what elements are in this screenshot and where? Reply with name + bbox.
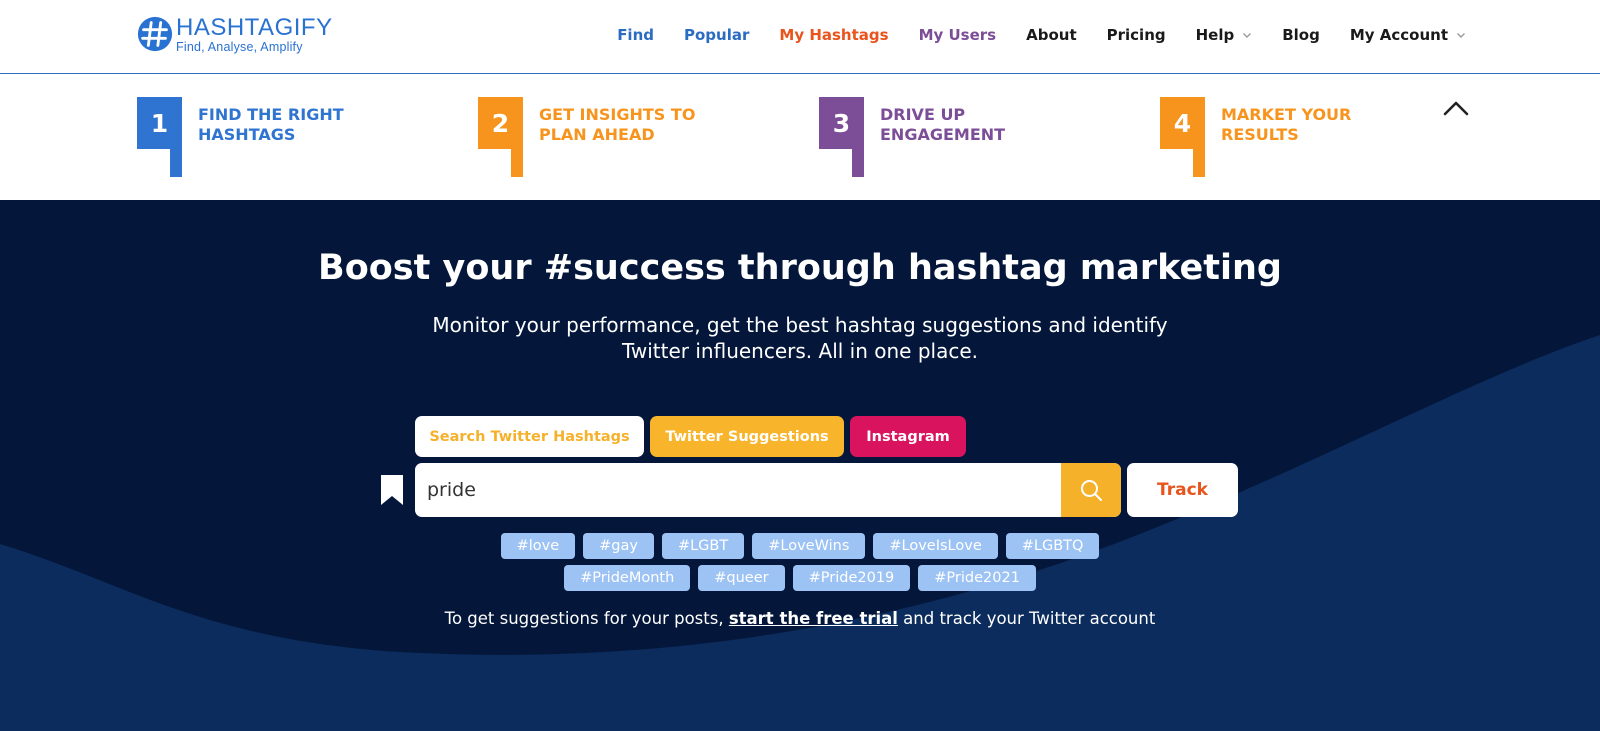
main-nav: Find Popular My Hashtags My Users About …: [587, 26, 1466, 44]
nav-popular[interactable]: Popular: [684, 26, 749, 44]
step-number-badge: 2: [478, 97, 523, 177]
nav-pricing[interactable]: Pricing: [1107, 26, 1166, 44]
nav-label: Help: [1195, 26, 1235, 44]
logo-text: HASHTAGIFY Find, Analyse, Amplify: [176, 15, 333, 54]
hashtag-chip[interactable]: #LGBT: [661, 533, 745, 559]
bookmark-icon[interactable]: [380, 475, 404, 505]
hashtag-chip[interactable]: #Pride2021: [918, 565, 1036, 591]
prompt-text-after: and track your Twitter account: [897, 609, 1156, 628]
step-label: MARKET YOUR RESULTS: [1221, 105, 1352, 144]
nav-label: My Account: [1349, 26, 1448, 44]
chevron-down-icon: [1243, 33, 1252, 38]
nav-my-hashtags[interactable]: My Hashtags: [779, 26, 888, 44]
suggested-hashtags-row-2: #PrideMonth #queer #Pride2019 #Pride2021: [0, 565, 1600, 591]
step-number: 3: [832, 108, 851, 138]
nav-label: My Users: [918, 26, 997, 44]
hashtag-chip[interactable]: #PrideMonth: [564, 565, 691, 591]
top-navbar: HASHTAGIFY Find, Analyse, Amplify Find P…: [0, 0, 1600, 74]
hero-section: Boost your #success through hashtag mark…: [0, 200, 1600, 731]
step-2[interactable]: 2 GET INSIGHTS TO PLAN AHEAD: [478, 97, 714, 177]
nav-label: Pricing: [1106, 26, 1166, 44]
hashtag-chip[interactable]: #queer: [698, 565, 785, 591]
brand-name: HASHTAGIFY: [176, 14, 333, 41]
nav-help[interactable]: Help: [1196, 26, 1253, 44]
free-trial-prompt: To get suggestions for your posts, start…: [0, 609, 1600, 628]
hero-title: Boost your #success through hashtag mark…: [318, 248, 1282, 288]
nav-label: Popular: [684, 26, 750, 44]
hashtag-chip[interactable]: #LoveIsLove: [873, 533, 998, 559]
step-number-badge: 3: [819, 97, 864, 177]
hashtag-logo-icon: [137, 16, 173, 52]
nav-about[interactable]: About: [1026, 26, 1077, 44]
nav-blog[interactable]: Blog: [1282, 26, 1320, 44]
nav-label: Find: [617, 26, 654, 44]
nav-my-users[interactable]: My Users: [919, 26, 997, 44]
step-number-badge: 4: [1160, 97, 1205, 177]
track-button[interactable]: Track: [1127, 463, 1238, 517]
step-4[interactable]: 4 MARKET YOUR RESULTS: [1160, 97, 1396, 177]
hashtag-chip[interactable]: #LoveWins: [752, 533, 866, 559]
step-number: 4: [1173, 108, 1192, 138]
tab-twitter-suggestions[interactable]: Twitter Suggestions: [650, 416, 844, 457]
search-icon: [1081, 480, 1102, 501]
step-label: GET INSIGHTS TO PLAN AHEAD: [539, 105, 696, 144]
chevron-up-icon[interactable]: [1442, 99, 1470, 119]
hashtag-chip[interactable]: #LGBTQ: [1005, 533, 1100, 559]
steps-banner: 1 FIND THE RIGHT HASHTAGS 2 GET INSIGHTS…: [0, 75, 1600, 200]
suggested-hashtags: #love #gay #LGBT #LoveWins #LoveIsLove #…: [0, 533, 1600, 597]
chevron-down-icon: [1457, 33, 1465, 38]
step-number: 1: [150, 108, 169, 138]
step-number: 2: [491, 108, 510, 138]
brand-tagline: Find, Analyse, Amplify: [176, 40, 303, 54]
step-number-badge: 1: [137, 97, 182, 177]
nav-my-account[interactable]: My Account: [1350, 26, 1466, 44]
nav-find[interactable]: Find: [617, 26, 654, 44]
tab-instagram[interactable]: Instagram: [850, 416, 966, 457]
step-label: DRIVE UP ENGAGEMENT: [880, 105, 1006, 144]
search-tabs: Search Twitter Hashtags Twitter Suggesti…: [415, 416, 972, 457]
suggested-hashtags-row-1: #love #gay #LGBT #LoveWins #LoveIsLove #…: [0, 533, 1600, 559]
nav-label: Blog: [1282, 26, 1320, 44]
step-label: FIND THE RIGHT HASHTAGS: [198, 105, 344, 144]
step-1[interactable]: 1 FIND THE RIGHT HASHTAGS: [137, 97, 373, 177]
logo[interactable]: HASHTAGIFY Find, Analyse, Amplify: [136, 15, 333, 54]
hashtag-chip[interactable]: #love: [500, 533, 576, 559]
search-button[interactable]: [1061, 463, 1121, 517]
tab-search-twitter-hashtags[interactable]: Search Twitter Hashtags: [415, 416, 644, 457]
hero-subtitle: Monitor your performance, get the best h…: [432, 313, 1168, 363]
free-trial-link[interactable]: start the free trial: [729, 609, 898, 628]
hashtag-chip[interactable]: #Pride2019: [792, 565, 911, 591]
hashtag-chip[interactable]: #gay: [583, 533, 654, 559]
nav-label: About: [1026, 26, 1077, 44]
search-input[interactable]: [415, 463, 1061, 517]
search-bar: [415, 463, 1121, 517]
prompt-text-before: To get suggestions for your posts,: [444, 609, 729, 628]
nav-label: My Hashtags: [779, 26, 889, 44]
step-3[interactable]: 3 DRIVE UP ENGAGEMENT: [819, 97, 1055, 177]
